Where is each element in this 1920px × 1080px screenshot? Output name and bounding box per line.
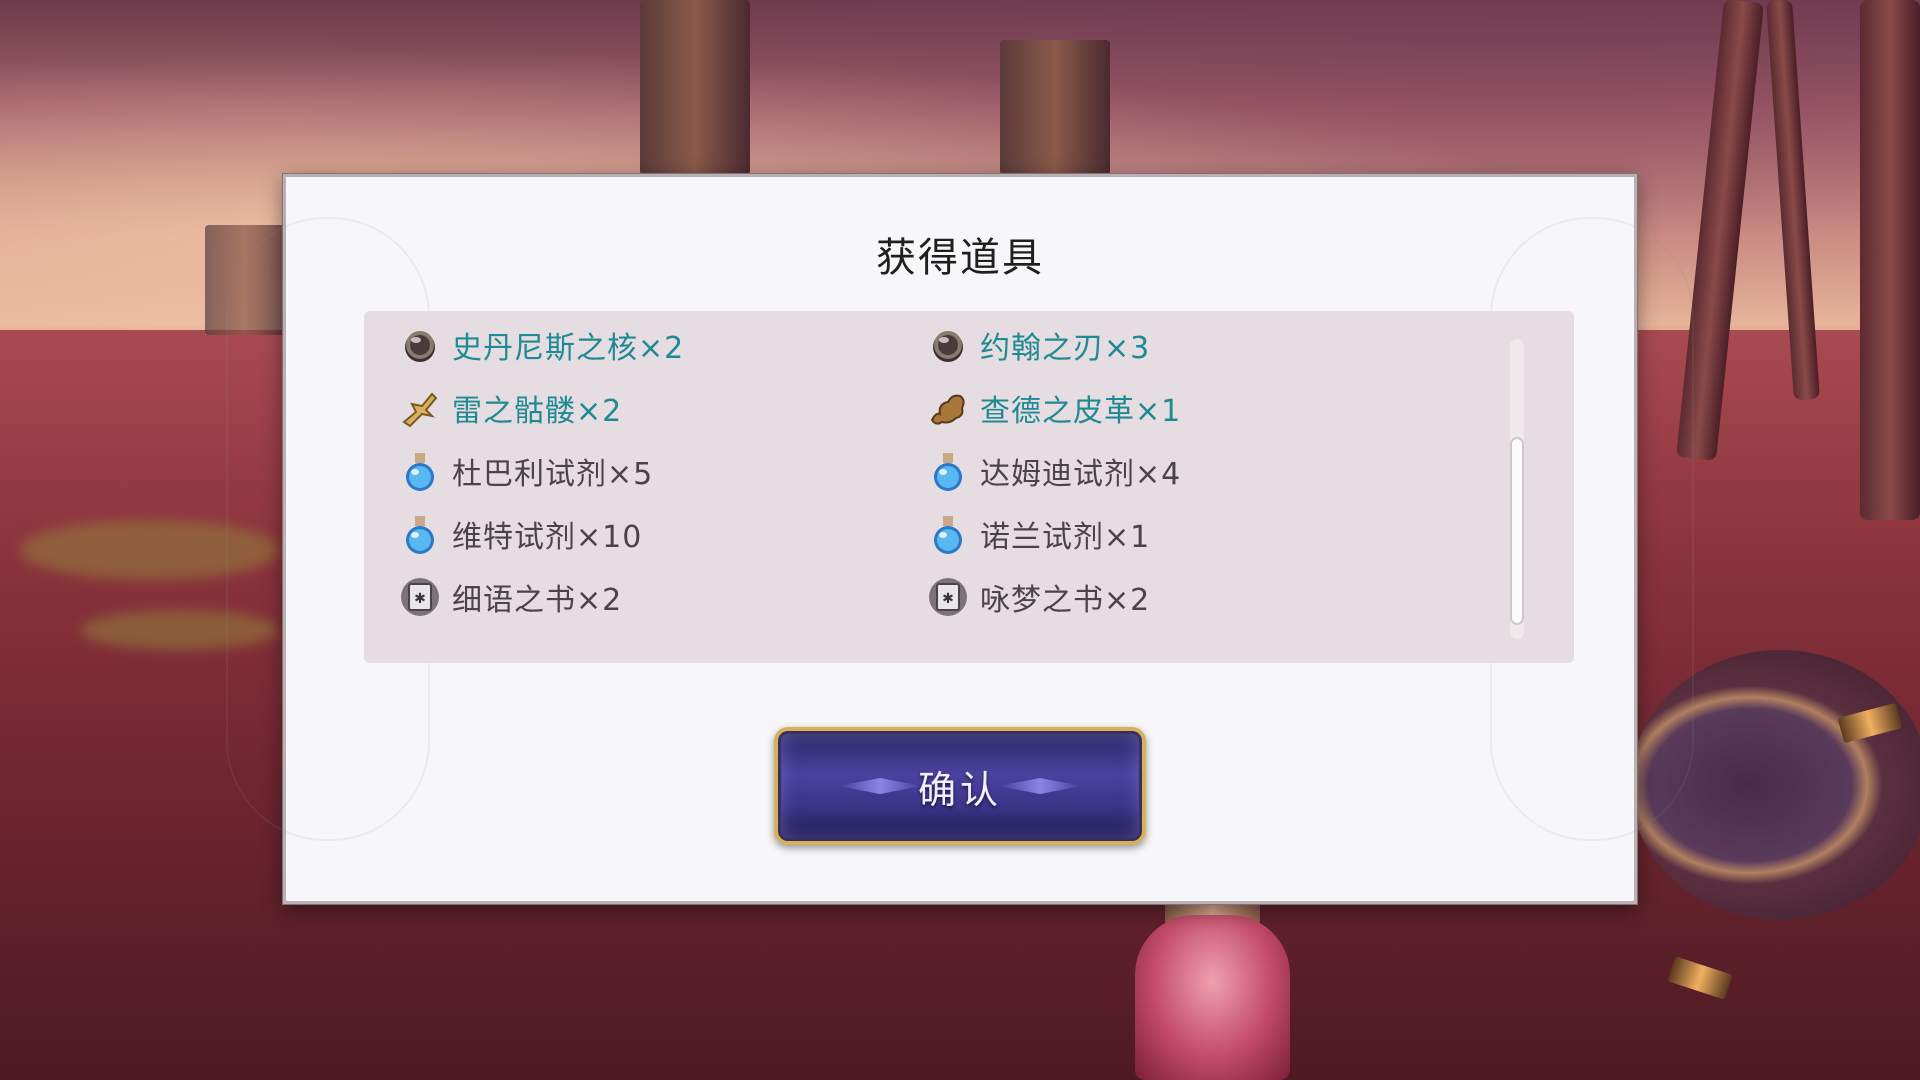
item-label: 细语之书×2: [452, 583, 623, 618]
list-item: 诺兰试剂×1: [926, 510, 1150, 558]
orb-icon: [398, 323, 442, 367]
item-label: 查德之皮革×1: [980, 394, 1182, 429]
list-item: 达姆迪试剂×4: [926, 447, 1181, 495]
bone-icon: [398, 386, 442, 430]
confirm-button[interactable]: 确认: [774, 727, 1146, 845]
dialog-title: 获得道具: [876, 235, 1044, 281]
items-list[interactable]: 史丹尼斯之核×2 雷之骷髅×2 杜巴利试剂×5 维特试剂×10 ✱ 细语之书×2: [364, 311, 1574, 663]
ruin-tower: [640, 0, 750, 175]
bottle: [1135, 915, 1290, 1080]
list-item: 维特试剂×10: [398, 510, 642, 558]
tree-trunk: [1860, 0, 1920, 520]
list-item: 查德之皮革×1: [926, 384, 1181, 432]
item-label: 咏梦之书×2: [980, 583, 1151, 618]
book-icon: ✱: [926, 575, 970, 619]
item-label: 达姆迪试剂×4: [980, 457, 1182, 492]
list-item: ✱ 咏梦之书×2: [926, 573, 1150, 621]
ruin-tower: [1000, 40, 1110, 175]
potion-icon: [926, 512, 970, 556]
orb-icon: [926, 323, 970, 367]
list-item: 杜巴利试剂×5: [398, 447, 653, 495]
item-label: 约翰之刃×3: [980, 331, 1151, 366]
item-label: 诺兰试剂×1: [980, 520, 1151, 555]
confirm-label: 确认: [917, 767, 1002, 812]
svg-text:✱: ✱: [414, 591, 426, 607]
potion-icon: [926, 449, 970, 493]
list-item: 雷之骷髅×2: [398, 384, 622, 432]
button-ornament: [838, 778, 922, 794]
list-item: ✱ 细语之书×2: [398, 573, 622, 621]
item-label: 史丹尼斯之核×2: [452, 331, 685, 366]
book-icon: ✱: [398, 575, 442, 619]
item-label: 维特试剂×10: [452, 520, 643, 555]
potion-icon: [398, 512, 442, 556]
scrollbar-thumb[interactable]: [1510, 437, 1524, 625]
list-item: 约翰之刃×3: [926, 321, 1150, 369]
list-item: 史丹尼斯之核×2: [398, 321, 684, 369]
potion-icon: [398, 449, 442, 493]
item-label: 杜巴利试剂×5: [452, 457, 654, 492]
leather-icon: [926, 386, 970, 430]
item-reward-dialog: 获得道具 史丹尼斯之核×2 雷之骷髅×2 杜巴利试剂×5 维特试剂×10 ✱ 细…: [226, 174, 1694, 904]
button-ornament: [998, 778, 1082, 794]
item-label: 雷之骷髅×2: [452, 394, 623, 429]
svg-text:✱: ✱: [942, 591, 954, 607]
